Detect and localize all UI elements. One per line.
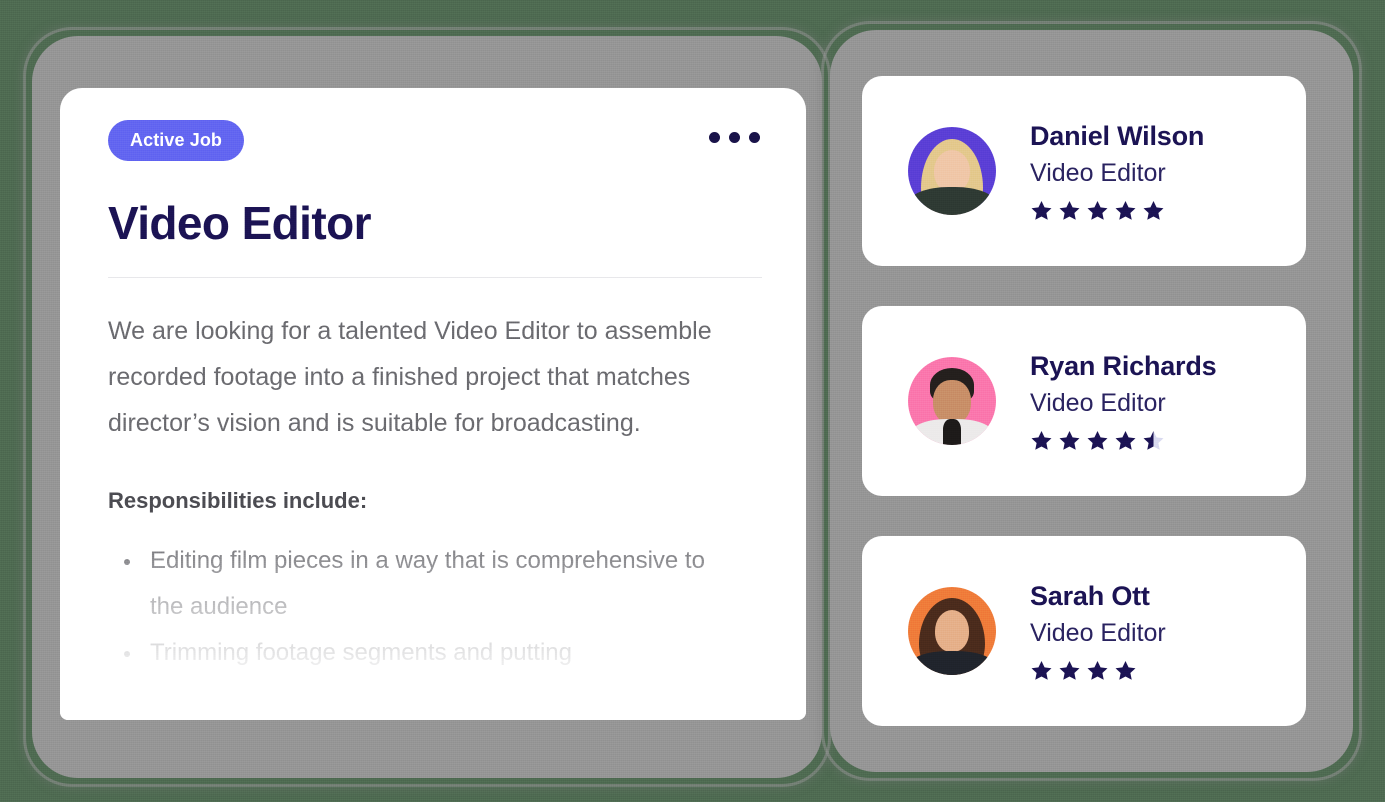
star-filled-icon [1059, 200, 1080, 220]
candidate-info: Ryan Richards Video Editor [1030, 350, 1217, 452]
star-filled-icon [1059, 660, 1080, 680]
star-filled-icon [1115, 200, 1136, 220]
star-filled-icon [1115, 660, 1136, 680]
kebab-dot [749, 132, 760, 143]
job-detail-card: Active Job Video Editor We are looking f… [60, 88, 806, 720]
avatar [908, 127, 996, 215]
avatar-face [933, 379, 971, 424]
status-badge: Active Job [108, 120, 245, 161]
star-filled-icon [1031, 430, 1052, 450]
avatar-body [910, 651, 994, 675]
star-filled-icon [1087, 660, 1108, 680]
star-filled-icon [1115, 430, 1136, 450]
avatar-body [909, 187, 995, 215]
list-item: Trimming footage segments and putting [108, 630, 708, 676]
responsibilities-heading: Responsibilities include: [108, 488, 368, 514]
candidate-card-daniel-wilson[interactable]: Daniel Wilson Video Editor [862, 76, 1306, 266]
candidate-name: Sarah Ott [1030, 581, 1150, 612]
star-filled-icon [1031, 200, 1052, 220]
rating-stars[interactable] [1030, 199, 1204, 222]
avatar-face [934, 149, 970, 192]
candidate-card-ryan-richards[interactable]: Ryan Richards Video Editor [862, 306, 1306, 496]
candidate-info: Sarah Ott Video Editor [1030, 580, 1166, 682]
candidate-role: Video Editor [1030, 388, 1166, 417]
candidate-list: Daniel Wilson Video Editor Ryan Richards… [862, 76, 1306, 726]
avatar-face [935, 609, 969, 652]
kebab-dot [709, 132, 720, 143]
responsibilities-list: Editing film pieces in a way that is com… [108, 538, 758, 676]
candidate-role: Video Editor [1030, 158, 1166, 187]
kebab-dot [729, 132, 740, 143]
candidate-card-sarah-ott[interactable]: Sarah Ott Video Editor [862, 536, 1306, 726]
list-item: Editing film pieces in a way that is com… [108, 538, 708, 630]
avatar-collar [943, 419, 961, 445]
candidate-name: Ryan Richards [1030, 351, 1217, 382]
star-filled-icon [1087, 430, 1108, 450]
avatar [908, 357, 996, 445]
star-filled-icon [1031, 660, 1052, 680]
avatar [908, 587, 996, 675]
star-half-icon [1143, 430, 1164, 450]
star-filled-icon [1087, 200, 1108, 220]
candidate-name: Daniel Wilson [1030, 121, 1205, 152]
candidate-info: Daniel Wilson Video Editor [1030, 120, 1204, 222]
rating-stars[interactable] [1030, 659, 1166, 682]
rating-stars[interactable] [1030, 429, 1216, 452]
candidate-role: Video Editor [1030, 618, 1166, 647]
star-filled-icon [1143, 200, 1164, 220]
kebab-menu-icon[interactable] [707, 126, 762, 149]
page-title: Video Editor [108, 197, 371, 249]
job-card-body: We are looking for a talented Video Edit… [60, 278, 806, 676]
job-card-header: Active Job Video Editor [60, 88, 806, 279]
star-filled-icon [1059, 430, 1080, 450]
job-description: We are looking for a talented Video Edit… [108, 317, 712, 438]
